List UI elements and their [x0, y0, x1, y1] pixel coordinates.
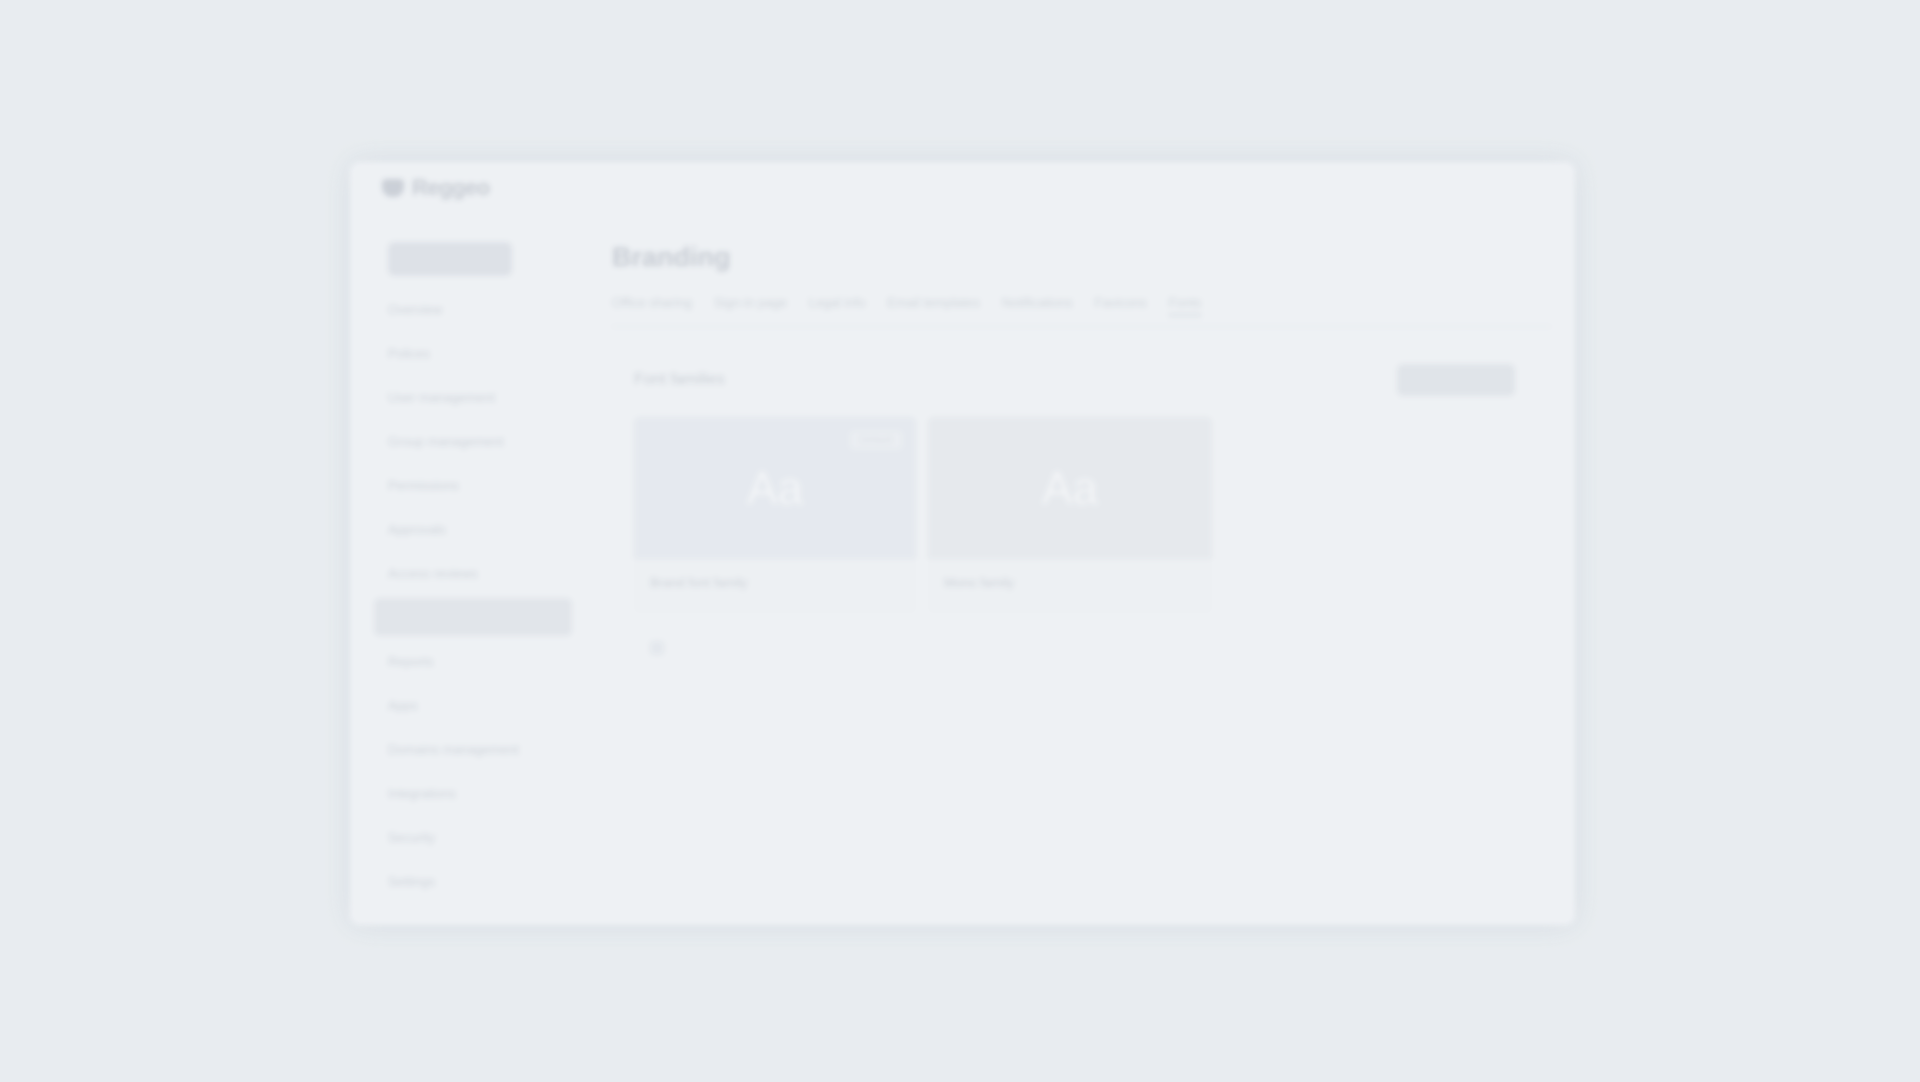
sidebar-item-policies[interactable]: Polices: [374, 334, 572, 372]
font-preview: Aa: [928, 417, 1212, 559]
top-bar: Reggeo: [350, 162, 1575, 214]
sidebar-nav: Overview Polices User management Group m…: [364, 290, 582, 900]
sidebar-item-integrations[interactable]: Integrations: [374, 774, 572, 812]
sidebar-item-overview[interactable]: Overview: [374, 290, 572, 328]
main-content: Branding Office sharing Sign-in page Leg…: [612, 234, 1551, 925]
app-window: Reggeo Overview Polices User management …: [350, 162, 1575, 925]
tab-fonts[interactable]: Fonts: [1168, 295, 1202, 316]
new-button[interactable]: [388, 242, 512, 276]
sidebar-item-reports[interactable]: Reports: [374, 642, 572, 680]
edit-icon[interactable]: [650, 641, 664, 655]
tab-email-templates[interactable]: Email templates: [887, 295, 979, 316]
sidebar-item-user-management[interactable]: User management: [374, 378, 572, 416]
font-card-name: Mono family: [944, 575, 1015, 590]
font-card[interactable]: Aa Default Brand font family: [634, 417, 916, 613]
sidebar-item-domains-management[interactable]: Domains management: [374, 730, 572, 768]
logo-text: Reggeo: [412, 175, 490, 200]
tab-office-sharing[interactable]: Office sharing: [612, 295, 692, 316]
tab-sign-in-page[interactable]: Sign-in page: [714, 295, 787, 316]
card-actions: [650, 641, 1551, 655]
section-toolbar: Font families: [612, 355, 1551, 405]
tab-bar: Office sharing Sign-in page Legal info E…: [612, 295, 1551, 327]
section-label: Font families: [634, 371, 725, 388]
font-card-name: Brand font family: [650, 575, 748, 590]
sidebar-item-group-management[interactable]: Group management: [374, 422, 572, 460]
sidebar-item-active[interactable]: [374, 598, 572, 636]
add-font-button[interactable]: [1397, 364, 1515, 396]
font-preview-glyph: Aa: [1041, 462, 1099, 514]
default-badge: Default: [850, 431, 902, 449]
sidebar-item-settings[interactable]: Settings: [374, 862, 572, 900]
logo[interactable]: Reggeo: [382, 175, 490, 201]
sidebar-item-access-reviews[interactable]: Access reviews: [374, 554, 572, 592]
desktop-backdrop: Reggeo Overview Polices User management …: [0, 0, 1920, 1082]
font-card[interactable]: Aa Mono family: [928, 417, 1212, 613]
tab-notifications[interactable]: Notifications: [1002, 295, 1073, 316]
sidebar-item-approvals[interactable]: Approvals: [374, 510, 572, 548]
font-preview-glyph: Aa: [746, 462, 804, 514]
tab-legal-info[interactable]: Legal info: [809, 295, 865, 316]
shield-logo-icon: [382, 179, 404, 197]
sidebar-item-apps[interactable]: Apps: [374, 686, 572, 724]
tab-favicons[interactable]: Favicons: [1095, 295, 1147, 316]
font-preview: Aa Default: [634, 417, 916, 559]
sidebar-item-permissions[interactable]: Permissions: [374, 466, 572, 504]
sidebar: Overview Polices User management Group m…: [364, 224, 582, 925]
font-cards: Aa Default Brand font family Aa Mono fam…: [634, 417, 1551, 613]
sidebar-item-security[interactable]: Security: [374, 818, 572, 856]
page-title: Branding: [612, 242, 731, 272]
